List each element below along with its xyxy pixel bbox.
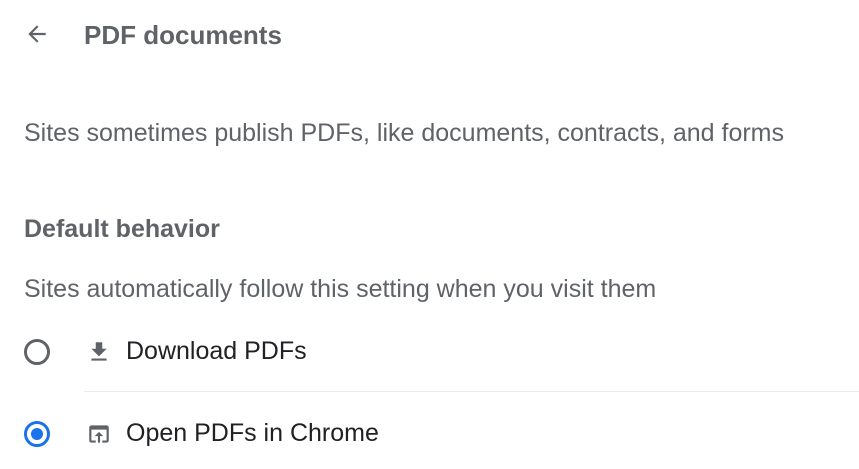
- option-label: Open PDFs in Chrome: [126, 419, 379, 447]
- radio-download-pdfs[interactable]: [24, 339, 50, 365]
- back-button[interactable]: [18, 17, 56, 55]
- option-label: Download PDFs: [126, 337, 307, 365]
- arrow-back-icon: [24, 21, 50, 52]
- open-in-browser-icon: [86, 421, 112, 447]
- page-header: PDF documents: [0, 0, 859, 70]
- option-download-pdfs[interactable]: Download PDFs: [0, 322, 859, 382]
- page-description: Sites sometimes publish PDFs, like docum…: [24, 119, 785, 147]
- radio-open-pdfs-in-chrome[interactable]: [24, 421, 50, 447]
- download-icon: [86, 339, 112, 365]
- pdf-documents-settings-page: PDF documents Sites sometimes publish PD…: [0, 0, 859, 469]
- section-heading: Default behavior: [24, 215, 220, 243]
- option-open-pdfs-in-chrome[interactable]: Open PDFs in Chrome: [0, 404, 859, 464]
- divider: [84, 391, 859, 392]
- page-title: PDF documents: [84, 20, 282, 50]
- section-subtitle: Sites automatically follow this setting …: [24, 275, 657, 303]
